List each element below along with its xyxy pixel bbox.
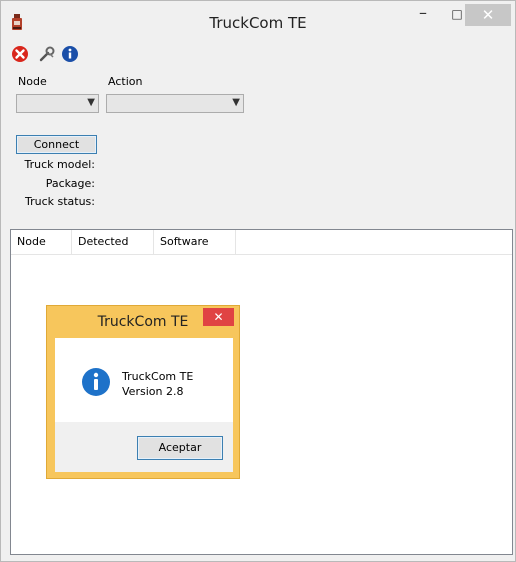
column-header-node[interactable]: Node [11,230,72,254]
dialog-app-name: TruckCom TE [122,370,194,383]
info-icon [82,368,110,396]
dialog-body: TruckCom TE Version 2.8 Aceptar [55,338,233,472]
chevron-down-icon: ▼ [232,97,240,108]
minimize-button[interactable]: – [408,3,438,25]
close-red-icon[interactable] [11,45,29,63]
chevron-down-icon: ▼ [87,97,95,108]
node-label: Node [18,75,47,88]
package-label: Package: [45,177,95,190]
truck-status-label: Truck status: [24,195,95,208]
info-icon[interactable] [61,45,79,63]
close-button[interactable]: ✕ [465,4,511,26]
truck-model-label: Truck model: [24,158,95,171]
about-dialog: TruckCom TE ✕ TruckCom TE Version 2.8 Ac… [46,305,240,479]
aceptar-button[interactable]: Aceptar [137,436,223,460]
column-header-software[interactable]: Software [154,230,236,254]
dialog-version: Version 2.8 [122,385,184,398]
action-label: Action [108,75,143,88]
grid-header: Node Detected Software [11,230,512,255]
title-bar: TruckCom TE – □ ✕ [1,1,515,41]
dialog-close-button[interactable]: ✕ [203,308,234,326]
node-select[interactable]: ▼ [16,94,99,113]
column-header-detected[interactable]: Detected [72,230,154,254]
dialog-content: TruckCom TE Version 2.8 [55,338,233,422]
connect-button[interactable]: Connect [16,135,97,154]
wrench-icon[interactable] [38,45,56,63]
action-select[interactable]: ▼ [106,94,244,113]
